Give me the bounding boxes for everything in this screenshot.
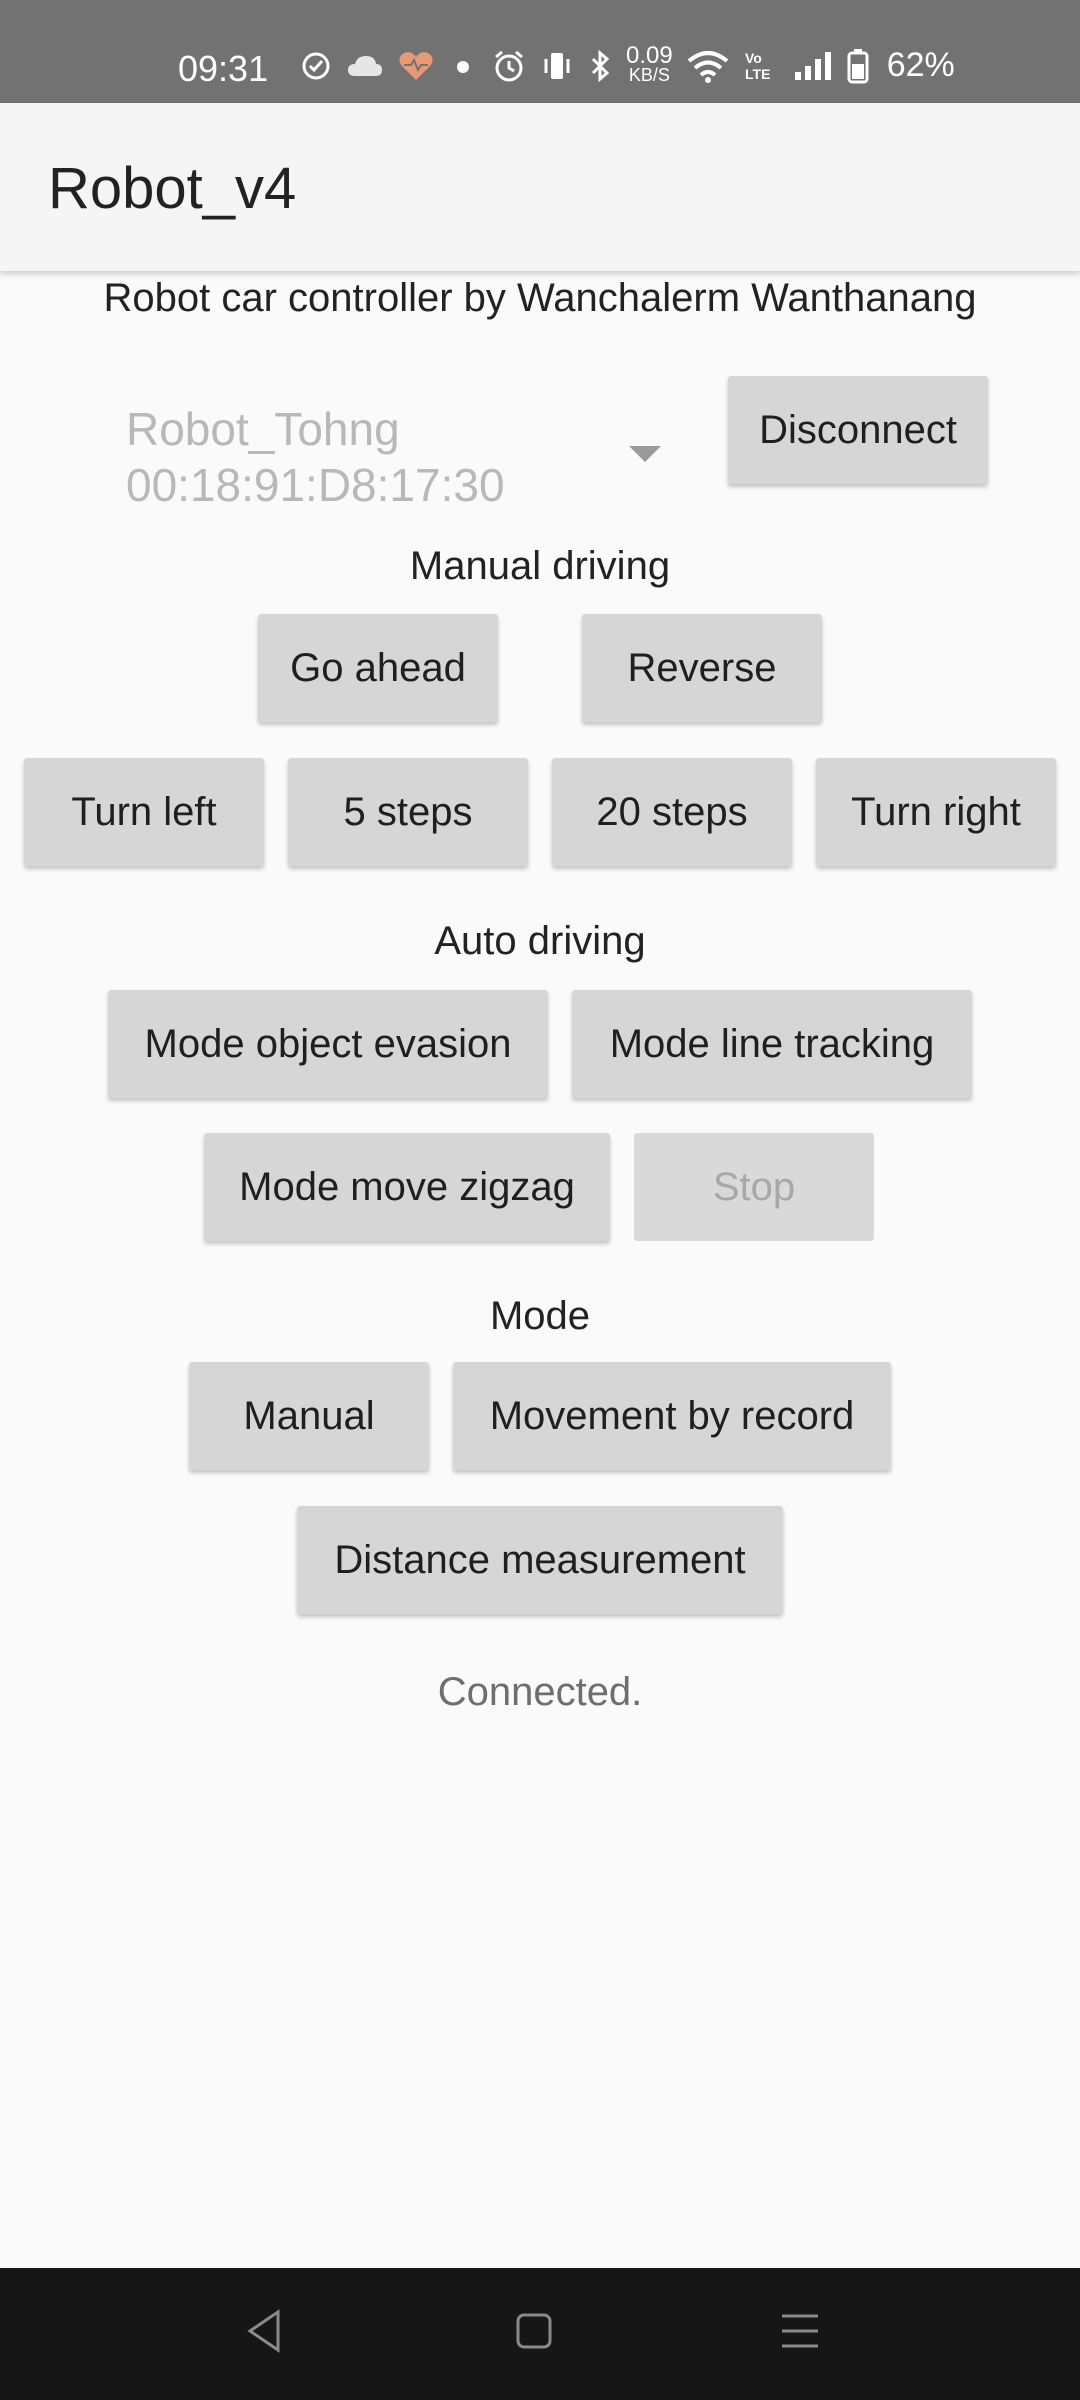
distance-measurement-button[interactable]: Distance measurement [297,1506,783,1614]
status-bar: 09:31 0.09 KB/S Vo LTE 62% [0,0,1080,103]
vibrate-icon [540,49,574,83]
manual-mode-button[interactable]: Manual [189,1362,429,1470]
svg-text:Vo: Vo [745,50,762,66]
battery-icon [847,48,869,84]
back-icon[interactable] [244,2308,284,2359]
turn-left-button[interactable]: Turn left [24,758,264,866]
dropdown-arrow-icon[interactable] [629,446,661,462]
app-title: Robot_v4 [48,156,297,221]
status-icons: 0.09 KB/S Vo LTE 62% [300,42,955,85]
turn-right-button[interactable]: Turn right [816,758,1056,866]
line-tracking-button[interactable]: Mode line tracking [572,990,972,1098]
device-name: Robot_Tohng [126,403,400,455]
alarm-icon [492,49,526,83]
volte-icon: Vo LTE [743,49,779,83]
auto-driving-label: Auto driving [434,919,646,963]
go-ahead-button[interactable]: Go ahead [258,614,498,722]
check-circle-icon [300,50,332,82]
stop-button[interactable]: Stop [634,1133,874,1241]
bluetooth-icon [588,49,612,83]
manual-driving-label: Manual driving [409,544,671,588]
movement-by-record-button[interactable]: Movement by record [453,1362,891,1470]
navigation-bar [0,2268,1080,2400]
network-speed: 0.09 KB/S [626,42,673,85]
heart-pulse-icon [398,50,434,82]
cloud-icon [346,52,384,80]
home-icon[interactable] [514,2308,554,2359]
connection-status: Connected. [437,1670,643,1714]
object-evasion-button[interactable]: Mode object evasion [108,990,548,1098]
disconnect-button[interactable]: Disconnect [728,376,988,484]
battery-percent: 62% [886,46,955,84]
five-steps-button[interactable]: 5 steps [288,758,528,866]
status-time: 09:31 [178,48,269,89]
move-zigzag-button[interactable]: Mode move zigzag [204,1133,610,1241]
app-bar: Robot_v4 [0,103,1080,271]
device-spinner[interactable]: Robot_Tohng 00:18:91:D8:17:30 [126,402,666,514]
page-subtitle: Robot car controller by Wanchalerm Wanth… [103,276,977,320]
svg-text:LTE: LTE [745,66,770,82]
recents-menu-icon[interactable] [780,2308,820,2359]
mode-label: Mode [489,1294,591,1338]
signal-icon [793,50,833,82]
dot-icon [448,50,478,82]
device-address: 00:18:91:D8:17:30 [126,459,505,511]
twenty-steps-button[interactable]: 20 steps [552,758,792,866]
wifi-icon [687,49,729,83]
reverse-button[interactable]: Reverse [582,614,822,722]
